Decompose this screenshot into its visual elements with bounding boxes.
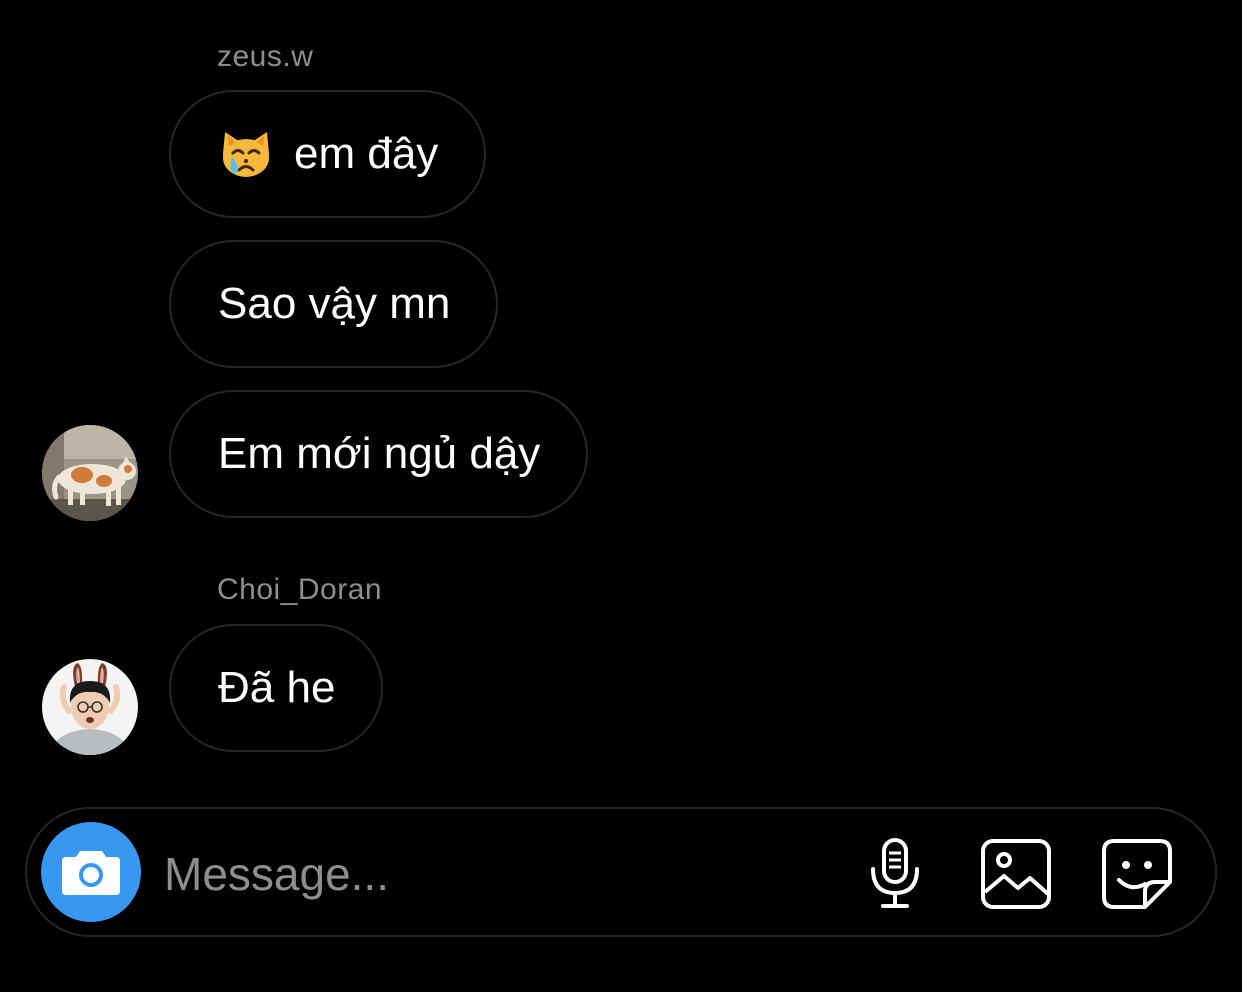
microphone-icon: [871, 838, 919, 908]
message-text: Em mới ngủ dậy: [218, 429, 541, 478]
cat-photo-avatar-icon: [42, 425, 138, 521]
camera-button[interactable]: [41, 822, 141, 922]
avatar-choi-doran[interactable]: [42, 659, 138, 755]
person-bunny-ears-avatar-icon: [42, 659, 138, 755]
gallery-button[interactable]: [978, 836, 1054, 912]
message-bubble[interactable]: em đây: [169, 90, 487, 218]
message-bubble[interactable]: Sao vậy mn: [169, 240, 499, 368]
sender-name-choi-doran: Choi_Doran: [217, 573, 383, 606]
sticker-icon: [1102, 839, 1172, 909]
sticker-button[interactable]: [1099, 836, 1175, 912]
avatar-zeus-w[interactable]: [42, 425, 138, 521]
message-text: Sao vậy mn: [218, 279, 451, 328]
message-bubble[interactable]: Đã he: [169, 624, 384, 752]
message-text: Đã he: [218, 663, 336, 712]
camera-icon: [62, 851, 120, 895]
sender-name-zeus-w: zeus.w: [217, 40, 314, 73]
message-input[interactable]: [164, 839, 764, 909]
crying-cat-emoji-icon: [218, 126, 274, 182]
message-bubble[interactable]: Em mới ngủ dậy: [169, 390, 589, 518]
microphone-button[interactable]: [857, 836, 933, 912]
gallery-icon: [981, 839, 1051, 909]
message-text: em đây: [294, 129, 439, 178]
message-composer: [25, 807, 1217, 937]
